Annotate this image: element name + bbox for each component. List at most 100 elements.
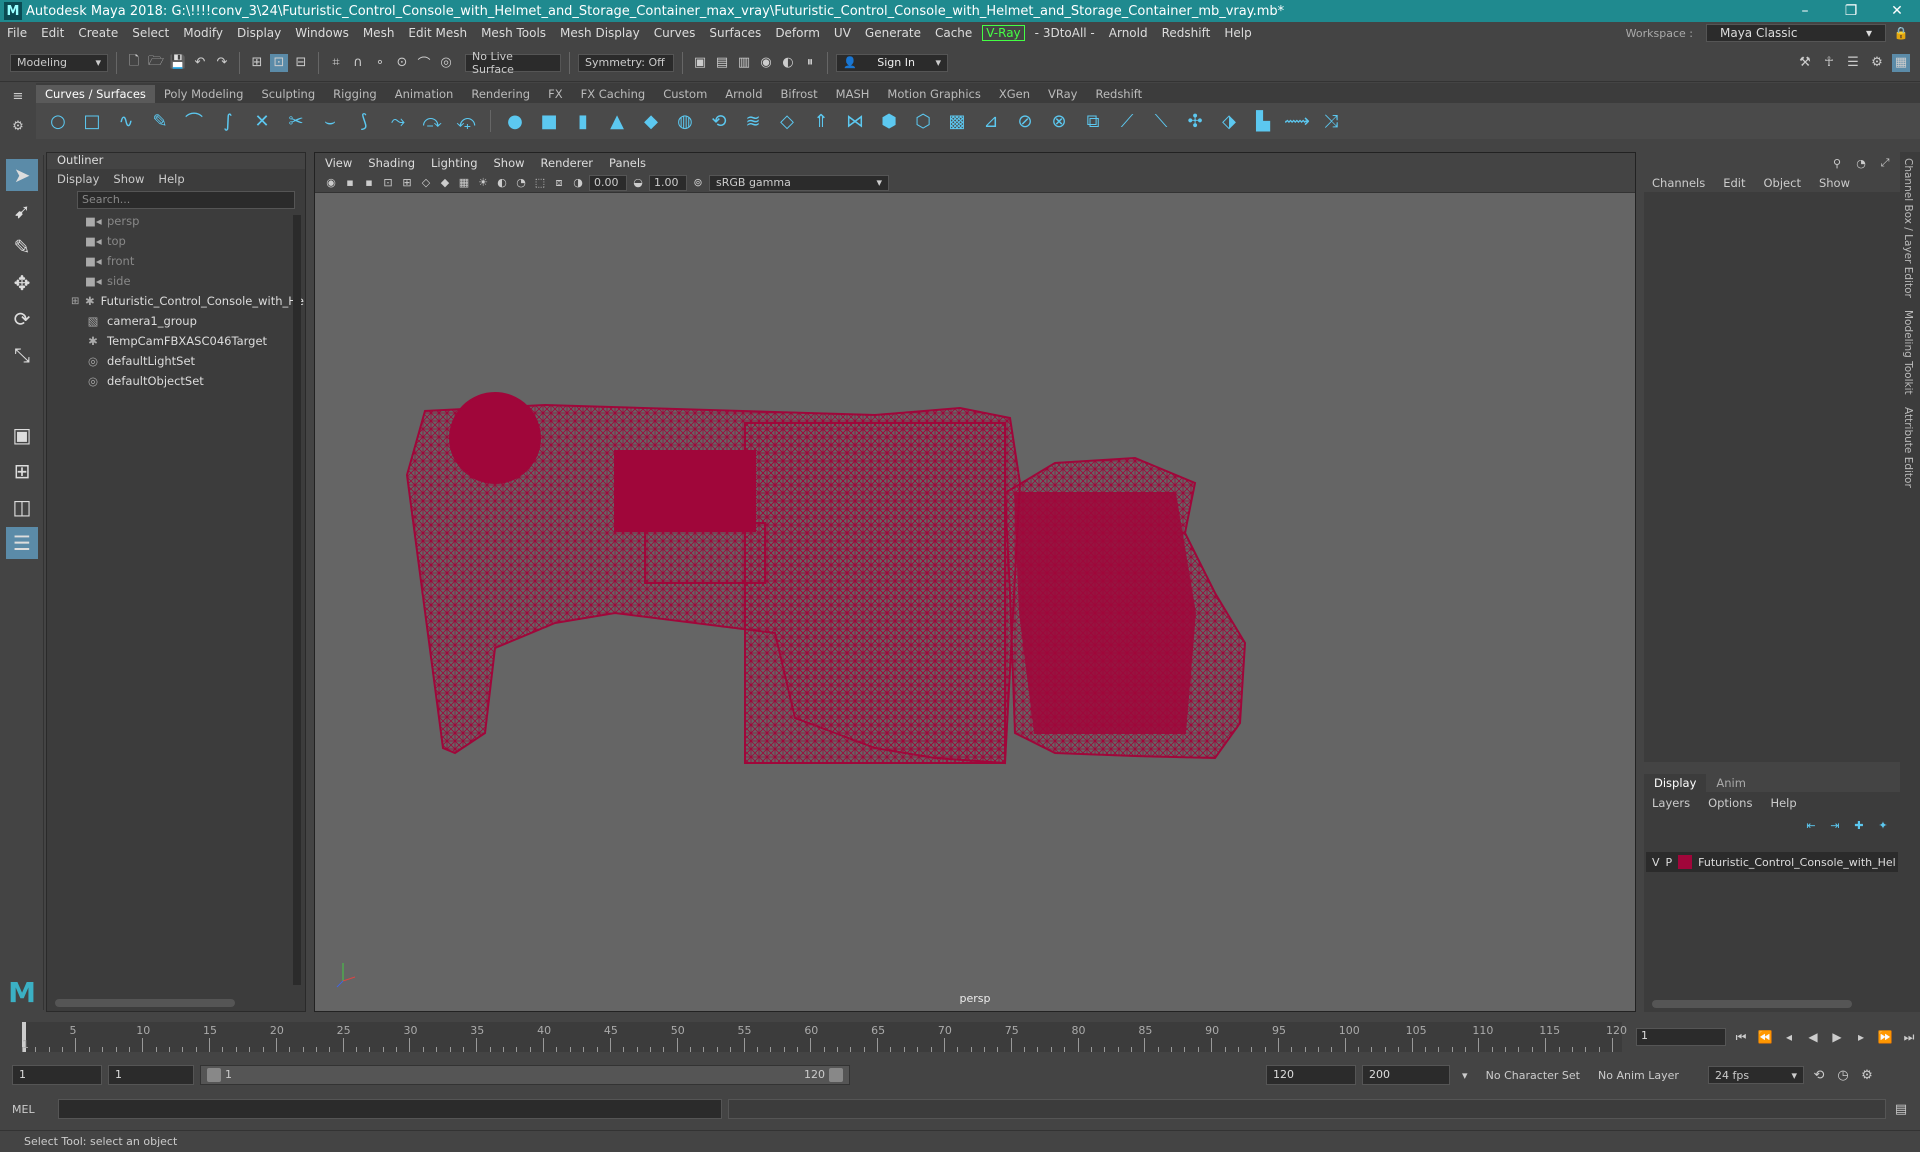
ipr-render-icon[interactable]: ▤ [713, 54, 731, 72]
tool-settings-toggle-icon[interactable]: ⤢ [1876, 154, 1894, 172]
open-scene-icon[interactable]: 🗁 [147, 54, 165, 72]
birail-icon[interactable]: ⋈ [841, 107, 869, 135]
menu-cache[interactable]: Cache [928, 26, 979, 40]
shelf-tab-fx[interactable]: FX [539, 85, 572, 103]
side-tab-attribute-editor[interactable]: Attribute Editor [1900, 401, 1914, 494]
hypershade-icon[interactable]: ◉ [757, 54, 775, 72]
rotate-tool-icon[interactable]: ⟳ [6, 303, 38, 335]
viewport-menu-show[interactable]: Show [494, 156, 525, 170]
color-management-icon[interactable]: ⊚ [690, 175, 706, 191]
layer-horizontal-scrollbar[interactable] [1652, 1000, 1852, 1008]
lasso-tool-icon[interactable]: ➹ [6, 195, 38, 227]
nurbs-torus-icon[interactable]: ◍ [671, 107, 699, 135]
rebuild-surface-icon[interactable]: ⟿ [1283, 107, 1311, 135]
rebuild-curve-icon[interactable]: ⤳ [384, 107, 412, 135]
menu-3dtoall[interactable]: - 3DtoAll - [1028, 26, 1102, 40]
move-layer-down-icon[interactable]: ⇥ [1826, 816, 1844, 834]
layer-menu-options[interactable]: Options [1708, 796, 1752, 810]
sign-in-button[interactable]: 👤 Sign In ▾ [836, 53, 948, 72]
outliner-item[interactable]: ■◂ persp [47, 211, 305, 231]
exposure-field[interactable]: 0.00 [589, 174, 627, 191]
extrude-icon[interactable]: ⇑ [807, 107, 835, 135]
untrim-icon[interactable]: ⊗ [1045, 107, 1073, 135]
cut-curve-icon[interactable]: ✂ [282, 107, 310, 135]
outliner-menu-help[interactable]: Help [158, 172, 184, 186]
scale-tool-icon[interactable]: ⤡ [6, 339, 38, 371]
channel-box-toggle-icon[interactable]: ⚲ [1828, 154, 1846, 172]
layer-visibility-toggle[interactable]: V [1652, 856, 1660, 869]
sculpt-geometry-icon[interactable]: ⟋ [1113, 107, 1141, 135]
bezier-curve-icon[interactable]: ∫ [214, 107, 242, 135]
render-view-icon[interactable]: ◐ [779, 54, 797, 72]
shelf-tab-curves-surfaces[interactable]: Curves / Surfaces [36, 85, 155, 103]
lock-icon[interactable]: 🔒 [1892, 24, 1910, 42]
pencil-curve-icon[interactable]: ✎ [146, 107, 174, 135]
new-scene-icon[interactable]: 🗋 [125, 54, 143, 72]
layer-menu-help[interactable]: Help [1770, 796, 1796, 810]
undo-icon[interactable]: ↶ [191, 54, 209, 72]
close-button[interactable]: ✕ [1874, 3, 1920, 19]
textured-icon[interactable]: ▦ [456, 175, 472, 191]
bookmark-icon[interactable]: ▪ [361, 175, 377, 191]
viewport-menu-renderer[interactable]: Renderer [541, 156, 594, 170]
menu-curves[interactable]: Curves [647, 26, 703, 40]
step-forward-key-icon[interactable]: ⏩ [1876, 1028, 1894, 1046]
shelf-tab-mash[interactable]: MASH [827, 85, 879, 103]
channel-box-menu-object[interactable]: Object [1764, 176, 1801, 190]
extend-surface-icon[interactable]: ⬗ [1215, 107, 1243, 135]
outliner-item[interactable]: ▧ camera1_group [47, 311, 305, 331]
menu-vray[interactable]: V-Ray [982, 25, 1025, 41]
attribute-editor-icon[interactable]: ☰ [1844, 54, 1862, 72]
layer-tab-anim[interactable]: Anim [1706, 774, 1756, 792]
menu-windows[interactable]: Windows [288, 26, 356, 40]
arc-tool-icon[interactable]: ⌒ [180, 107, 208, 135]
fillet-curve-icon[interactable]: ⌣ [316, 107, 344, 135]
insert-isoparm-icon[interactable]: ✣ [1181, 107, 1209, 135]
menu-deform[interactable]: Deform [768, 26, 827, 40]
outliner-item[interactable]: ◎ defaultLightSet [47, 351, 305, 371]
outliner-horizontal-scrollbar[interactable] [55, 999, 235, 1007]
shelf-tab-sculpting[interactable]: Sculpting [252, 85, 324, 103]
shelf-tab-poly-modeling[interactable]: Poly Modeling [155, 85, 253, 103]
trim-tool-icon[interactable]: ⊘ [1011, 107, 1039, 135]
menu-arnold[interactable]: Arnold [1102, 26, 1155, 40]
channel-box-icon[interactable]: ▦ [1892, 53, 1910, 72]
surface-fillet-icon[interactable]: ⟍ [1147, 107, 1175, 135]
lights-icon[interactable]: ☀ [475, 175, 491, 191]
shelf-tab-vray[interactable]: VRay [1039, 85, 1086, 103]
image-plane-icon[interactable]: ⊡ [380, 175, 396, 191]
move-layer-up-icon[interactable]: ⇤ [1802, 816, 1820, 834]
animation-preferences-icon[interactable]: ⚙ [1858, 1066, 1876, 1084]
planar-icon[interactable]: ◇ [773, 107, 801, 135]
snap-surface-icon[interactable]: ⌒ [415, 54, 433, 72]
ambient-occlusion-icon[interactable]: ◔ [513, 175, 529, 191]
animation-start-field[interactable]: 1 [12, 1065, 102, 1085]
nurbs-circle-icon[interactable]: ○ [44, 107, 72, 135]
channel-box-menu-edit[interactable]: Edit [1723, 176, 1745, 190]
menu-file[interactable]: File [0, 26, 34, 40]
nurbs-plane-icon[interactable]: ◆ [637, 107, 665, 135]
go-to-end-icon[interactable]: ⏭ [1900, 1028, 1918, 1046]
tool-settings-icon[interactable]: ⚙ [1868, 54, 1886, 72]
layer-tab-display[interactable]: Display [1644, 774, 1707, 792]
render-frame-icon[interactable]: ▣ [691, 54, 709, 72]
shelf-menu-icon[interactable]: ≡ [9, 87, 27, 105]
menu-edit[interactable]: Edit [34, 26, 71, 40]
menu-uv[interactable]: UV [827, 26, 858, 40]
viewport-menu-view[interactable]: View [325, 156, 352, 170]
script-editor-icon[interactable]: ▤ [1892, 1100, 1910, 1118]
outliner-item[interactable]: ✱ TempCamFBXASC046Target [47, 331, 305, 351]
step-back-frame-icon[interactable]: ◂ [1780, 1028, 1798, 1046]
pause-icon[interactable]: ⏸ [801, 54, 819, 72]
wireframe-icon[interactable]: ◇ [418, 175, 434, 191]
select-tool-icon[interactable]: ➤ [6, 159, 38, 191]
auto-key-icon[interactable]: ◷ [1834, 1066, 1852, 1084]
paint-select-tool-icon[interactable]: ✎ [6, 231, 38, 263]
outliner-search-input[interactable]: Search... [77, 191, 295, 209]
shelf-tab-arnold[interactable]: Arnold [716, 85, 771, 103]
menu-set-dropdown[interactable]: Modeling ▾ [10, 53, 108, 72]
wireframe-model[interactable] [315, 193, 1635, 1011]
snap-curve-icon[interactable]: ∩ [349, 54, 367, 72]
render-settings-icon[interactable]: ▥ [735, 54, 753, 72]
loop-icon[interactable]: ⟲ [1810, 1066, 1828, 1084]
